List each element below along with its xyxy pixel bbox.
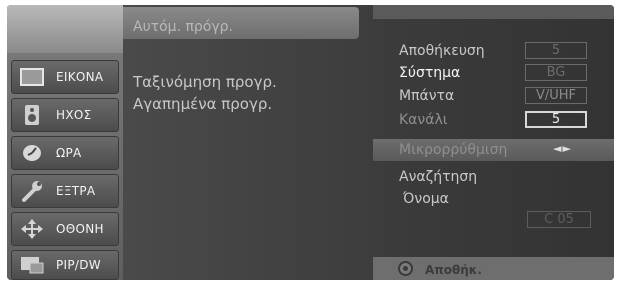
bottom-bar: Αποθήκ. xyxy=(373,257,614,280)
speaker-icon xyxy=(18,104,46,126)
band-value[interactable]: V/UHF xyxy=(525,87,587,104)
sidebar-item-label: ΕΞΤΡΑ xyxy=(56,184,96,198)
name-label[interactable]: Όνομα xyxy=(403,191,449,207)
wrench-icon xyxy=(18,180,46,202)
sidebar-item-extra[interactable]: ΕΞΤΡΑ xyxy=(11,174,119,208)
pip-icon xyxy=(18,254,46,276)
sidebar-item-picture[interactable]: ΕΙΚΟΝΑ xyxy=(11,60,119,94)
sidebar-item-time[interactable]: ΩΡΑ xyxy=(11,136,119,170)
name-value[interactable]: C 05 xyxy=(527,211,591,228)
tv-menu-screen: ΕΙΚΟΝΑ ΗΧΟΣ ΩΡΑ ΕΞΤΡΑ ΟΘΟΝΗ PIP/DW Αυτόμ… xyxy=(0,0,618,283)
ok-button-icon xyxy=(398,261,413,276)
sidebar-item-label: ΗΧΟΣ xyxy=(56,108,92,122)
submenu-item-auto-program[interactable]: Αυτόμ. πρόγρ. xyxy=(123,7,359,39)
submenu-item-label: Αυτόμ. πρόγρ. xyxy=(133,19,233,35)
submenu-panel: Αυτόμ. πρόγρ. Ταξινόμηση προγρ. Αγαπημέν… xyxy=(123,5,373,280)
channel-value[interactable]: 5 xyxy=(525,111,587,128)
sidebar-item-pip[interactable]: PIP/DW xyxy=(11,250,119,280)
sidebar-item-label: PIP/DW xyxy=(56,258,101,272)
band-label: Μπάντα xyxy=(399,88,455,104)
fine-tune-row[interactable]: Μικρορρύθμιση ◄► xyxy=(373,139,614,161)
move-arrows-icon xyxy=(18,218,46,240)
search-label[interactable]: Αναζήτηση xyxy=(399,169,477,185)
channel-label: Κανάλι xyxy=(399,112,448,128)
sidebar-item-sound[interactable]: ΗΧΟΣ xyxy=(11,98,119,132)
store-hint-label: Αποθήκ. xyxy=(425,263,482,277)
system-label: Σύστημα xyxy=(399,65,461,81)
settings-panel-top-strip xyxy=(373,5,614,19)
clock-icon xyxy=(18,142,46,164)
sidebar-item-screen[interactable]: ΟΘΟΝΗ xyxy=(11,212,119,246)
submenu-item-sort-programs[interactable]: Ταξινόμηση προγρ. xyxy=(133,73,277,91)
sidebar-item-label: ΕΙΚΟΝΑ xyxy=(56,70,104,84)
system-value[interactable]: BG xyxy=(525,64,587,81)
menu-frame: ΕΙΚΟΝΑ ΗΧΟΣ ΩΡΑ ΕΞΤΡΑ ΟΘΟΝΗ PIP/DW Αυτόμ… xyxy=(7,5,614,280)
settings-panel: Αποθήκευση 5 Σύστημα BG Μπάντα V/UHF Καν… xyxy=(373,5,614,280)
left-right-arrows-icon[interactable]: ◄► xyxy=(553,142,572,155)
sidebar: ΕΙΚΟΝΑ ΗΧΟΣ ΩΡΑ ΕΞΤΡΑ ΟΘΟΝΗ PIP/DW xyxy=(7,5,123,280)
submenu-item-favorite-programs[interactable]: Αγαπημένα προγρ. xyxy=(133,95,272,113)
sidebar-item-label: ΟΘΟΝΗ xyxy=(56,222,104,236)
fine-tune-label: Μικρορρύθμιση xyxy=(399,142,508,158)
storage-value[interactable]: 5 xyxy=(525,42,587,59)
storage-label: Αποθήκευση xyxy=(399,43,485,59)
sidebar-item-label: ΩΡΑ xyxy=(56,146,82,160)
picture-icon xyxy=(18,66,46,88)
sidebar-header xyxy=(7,5,123,53)
